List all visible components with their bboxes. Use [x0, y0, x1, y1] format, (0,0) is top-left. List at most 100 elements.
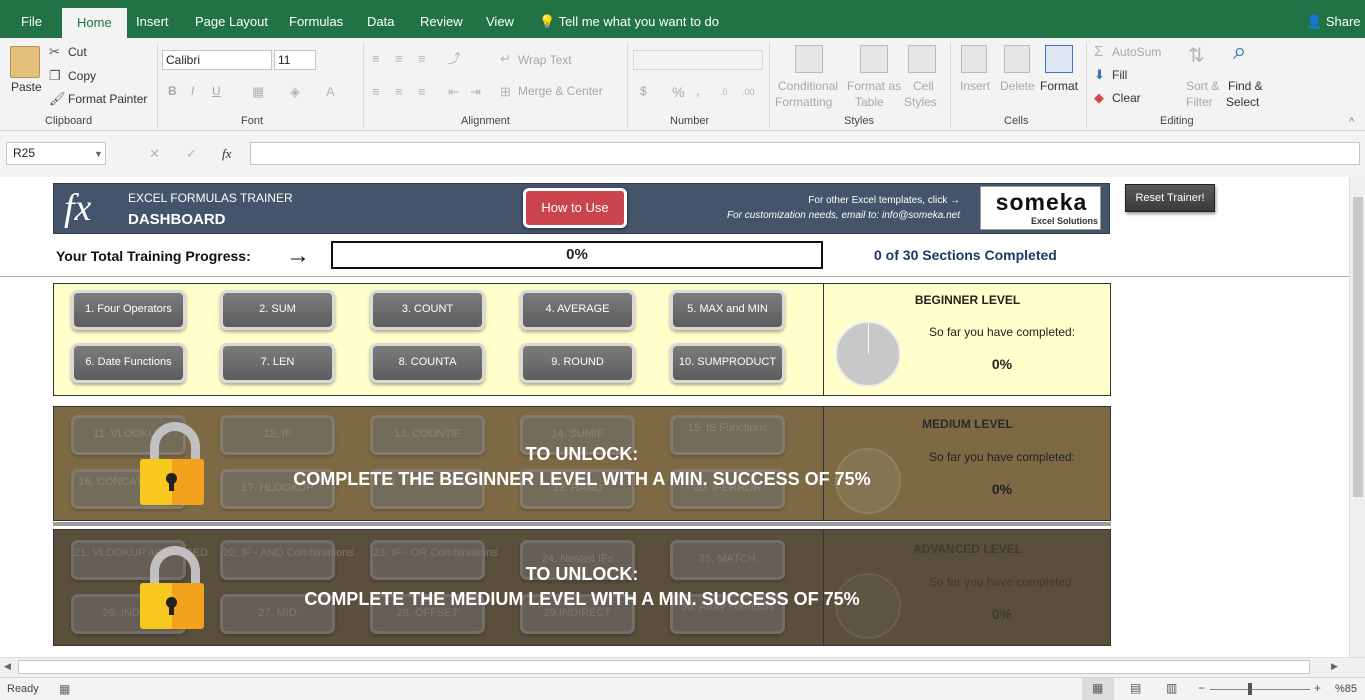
- customization-email[interactable]: For customization needs, email to: info@…: [654, 210, 960, 221]
- font-color-icon[interactable]: A: [326, 84, 335, 100]
- templates-link[interactable]: For other Excel templates, click →: [694, 195, 960, 206]
- sort-filter-label-2[interactable]: Filter: [1186, 95, 1213, 109]
- horizontal-scrollbar[interactable]: ◀ ▶: [0, 657, 1365, 677]
- scroll-left-icon[interactable]: ◀: [4, 661, 11, 672]
- delete-cells-button[interactable]: Delete: [1000, 79, 1035, 93]
- sort-filter-label-1[interactable]: Sort &: [1186, 79, 1219, 93]
- format-cells-button[interactable]: Format: [1040, 79, 1078, 93]
- section-button[interactable]: 6. Date Functions: [71, 343, 186, 383]
- cell-styles-label-1[interactable]: Cell: [913, 79, 934, 93]
- italic-button[interactable]: I: [191, 84, 194, 98]
- bold-button[interactable]: B: [168, 84, 177, 98]
- percent-button[interactable]: %: [672, 84, 684, 100]
- zoom-level[interactable]: %85: [1335, 683, 1357, 695]
- font-size-select[interactable]: 11: [274, 50, 316, 70]
- insert-cells-button[interactable]: Insert: [960, 79, 990, 93]
- formula-input[interactable]: [250, 142, 1360, 165]
- tell-me-search[interactable]: 💡 Tell me what you want to do: [539, 0, 719, 38]
- zoom-in-icon[interactable]: +: [1314, 681, 1321, 695]
- tab-page-layout[interactable]: Page Layout: [195, 0, 268, 38]
- section-button[interactable]: 4. AVERAGE: [520, 290, 635, 330]
- currency-button[interactable]: $: [640, 84, 647, 98]
- page-layout-view-icon[interactable]: ▤: [1130, 681, 1141, 695]
- format-as-table-label-2[interactable]: Table: [855, 95, 884, 109]
- scroll-right-icon[interactable]: ▶: [1331, 661, 1338, 672]
- copy-button[interactable]: Copy: [68, 69, 96, 83]
- worksheet[interactable]: fx EXCEL FORMULAS TRAINER DASHBOARD How …: [0, 177, 1365, 657]
- separator: [627, 42, 628, 128]
- tab-formulas[interactable]: Formulas: [289, 0, 343, 38]
- borders-icon[interactable]: ▦: [252, 84, 264, 100]
- tab-review[interactable]: Review: [420, 0, 463, 38]
- tab-home[interactable]: Home: [62, 8, 127, 38]
- tab-view[interactable]: View: [486, 0, 514, 38]
- how-to-use-button[interactable]: How to Use: [523, 188, 627, 228]
- align-bottom-icon[interactable]: ≡: [418, 51, 426, 67]
- scrollbar-thumb[interactable]: [18, 660, 1310, 674]
- share-button[interactable]: 👤 Share: [1306, 0, 1361, 38]
- paste-button[interactable]: Paste: [11, 80, 42, 94]
- indent-decrease-icon[interactable]: ⇤: [448, 84, 459, 100]
- comma-button[interactable]: ,: [696, 82, 700, 98]
- align-center-icon[interactable]: ≡: [395, 84, 403, 100]
- tab-insert[interactable]: Insert: [136, 0, 169, 38]
- cancel-formula-icon[interactable]: ✕: [149, 146, 160, 162]
- find-select-label-2[interactable]: Select: [1226, 95, 1259, 109]
- format-painter-button[interactable]: Format Painter: [68, 92, 147, 106]
- cell-styles-label-2[interactable]: Styles: [904, 95, 937, 109]
- decrease-decimal-icon[interactable]: .00: [742, 84, 755, 100]
- insert-function-button[interactable]: fx: [222, 146, 231, 162]
- autosum-button[interactable]: AutoSum: [1112, 45, 1161, 59]
- separator: [157, 42, 158, 128]
- align-right-icon[interactable]: ≡: [418, 84, 426, 100]
- name-box[interactable]: R25: [6, 142, 106, 165]
- wrap-text-button[interactable]: Wrap Text: [518, 53, 572, 67]
- section-button[interactable]: 2. SUM: [220, 290, 335, 330]
- section-button[interactable]: 7. LEN: [220, 343, 335, 383]
- status-bar: Ready ▦ ▦ ▤ ▥ − + %85: [0, 677, 1365, 700]
- indent-increase-icon[interactable]: ⇥: [470, 84, 481, 100]
- page-break-view-icon[interactable]: ▥: [1166, 681, 1177, 695]
- fill-button[interactable]: Fill: [1112, 68, 1127, 82]
- section-button[interactable]: 3. COUNT: [370, 290, 485, 330]
- format-as-table-label-1[interactable]: Format as: [847, 79, 901, 93]
- reset-trainer-button[interactable]: Reset Trainer!: [1125, 184, 1215, 212]
- zoom-slider-thumb[interactable]: [1248, 683, 1252, 695]
- collapse-ribbon-icon[interactable]: ^: [1349, 114, 1354, 130]
- fill-color-icon[interactable]: ◈: [290, 84, 300, 100]
- macro-record-icon[interactable]: ▦: [59, 682, 70, 696]
- conditional-formatting-icon: [795, 45, 823, 73]
- tab-data[interactable]: Data: [367, 0, 394, 38]
- enter-formula-icon[interactable]: ✓: [186, 146, 197, 162]
- section-button[interactable]: 5. MAX and MIN: [670, 290, 785, 330]
- section-button[interactable]: 9. ROUND: [520, 343, 635, 383]
- zoom-out-icon[interactable]: −: [1198, 681, 1205, 695]
- conditional-formatting-label-2[interactable]: Formatting: [775, 95, 832, 109]
- clear-button[interactable]: Clear: [1112, 91, 1141, 105]
- align-top-icon[interactable]: ≡: [372, 51, 380, 67]
- number-format-select[interactable]: [633, 50, 763, 70]
- section-button[interactable]: 10. SUMPRODUCT: [670, 343, 785, 383]
- underline-button[interactable]: U: [212, 84, 221, 98]
- increase-decimal-icon[interactable]: .0: [720, 84, 728, 100]
- find-select-label-1[interactable]: Find &: [1228, 79, 1263, 93]
- cut-button[interactable]: Cut: [68, 45, 87, 59]
- formula-bar: R25 ▼ ✕ ✓ fx: [0, 131, 1365, 177]
- tab-file[interactable]: File: [21, 0, 42, 38]
- paste-icon[interactable]: [10, 46, 40, 78]
- font-name-select[interactable]: Calibri: [162, 50, 272, 70]
- align-middle-icon[interactable]: ≡: [395, 51, 403, 67]
- zoom-slider[interactable]: [1210, 689, 1310, 690]
- arrow-right-icon: →: [286, 242, 310, 269]
- conditional-formatting-label-1[interactable]: Conditional: [778, 79, 838, 93]
- orientation-icon[interactable]: ⤴: [448, 51, 461, 67]
- section-button[interactable]: 8. COUNTA: [370, 343, 485, 383]
- merge-center-button[interactable]: Merge & Center: [518, 84, 603, 98]
- align-left-icon[interactable]: ≡: [372, 84, 380, 100]
- tell-me-label: Tell me what you want to do: [558, 14, 719, 29]
- section-button[interactable]: 1. Four Operators: [71, 290, 186, 330]
- vertical-scrollbar[interactable]: [1349, 177, 1365, 657]
- someka-logo[interactable]: someka Excel Solutions: [980, 186, 1101, 230]
- chevron-down-icon[interactable]: ▼: [94, 146, 103, 162]
- scrollbar-thumb[interactable]: [1353, 197, 1363, 497]
